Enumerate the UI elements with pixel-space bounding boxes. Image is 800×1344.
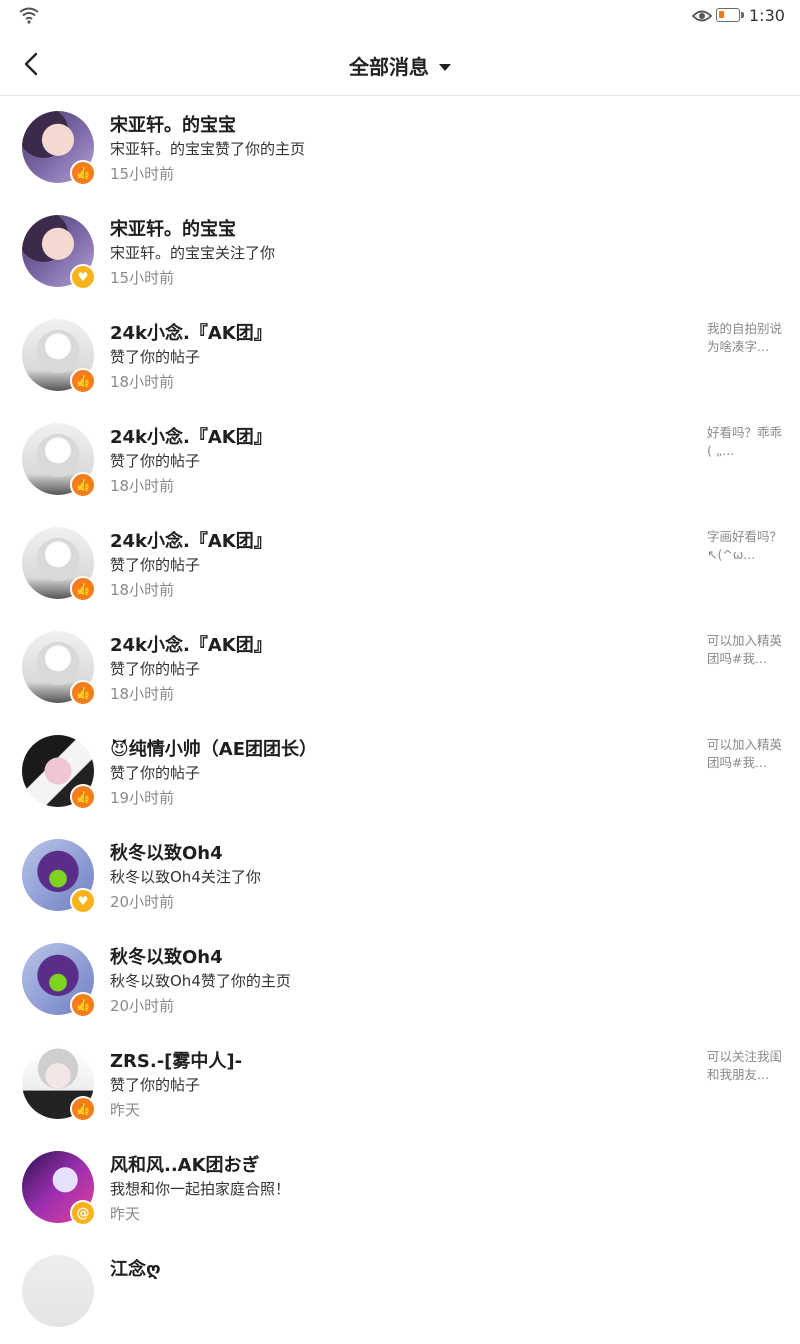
thumbs-up-icon: 👍 bbox=[70, 368, 96, 394]
message-text: 赞了你的帖子 bbox=[110, 764, 201, 782]
message-item[interactable]: 👍 24k小念.『AK团』赞了你的帖子 18小时前 字画好看吗？↖(^ω... bbox=[0, 512, 800, 616]
timestamp: 19小时前 bbox=[110, 789, 175, 807]
header: 全部消息 bbox=[0, 34, 800, 96]
message-item[interactable]: 👍 宋亚轩。的宝宝宋亚轩。的宝宝赞了你的主页 15小时前 bbox=[0, 96, 800, 200]
message-text: 宋亚轩。的宝宝关注了你 bbox=[110, 244, 276, 262]
timestamp: 18小时前 bbox=[110, 685, 175, 703]
message-text: 秋冬以致Oh4关注了你 bbox=[110, 868, 261, 886]
timestamp: 昨天 bbox=[110, 1205, 141, 1223]
timestamp: 20小时前 bbox=[110, 893, 175, 911]
message-text: 宋亚轩。的宝宝赞了你的主页 bbox=[110, 140, 306, 158]
message-item[interactable]: 👍 😈纯情小帅（AE团团长） 赞了你的帖子 19小时前 可以加入精英团吗#我... bbox=[0, 720, 800, 824]
thumbs-up-icon: 👍 bbox=[70, 576, 96, 602]
battery-icon bbox=[716, 8, 744, 22]
timestamp: 昨天 bbox=[110, 1101, 141, 1119]
eye-icon bbox=[692, 10, 712, 22]
message-text: 我想和你一起拍家庭合照！ bbox=[110, 1180, 291, 1198]
sender-name[interactable]: 24k小念.『AK团』 bbox=[110, 423, 272, 449]
timestamp: 15小时前 bbox=[110, 269, 175, 287]
post-preview[interactable]: 我的自拍别说为啥凑字... bbox=[707, 320, 783, 356]
message-item[interactable]: 江念ღ bbox=[0, 1240, 800, 1344]
message-text: 赞了你的帖子 bbox=[110, 556, 201, 574]
message-item[interactable]: 👍 24k小念.『AK团』赞了你的帖子 18小时前 可以加入精英团吗#我... bbox=[0, 616, 800, 720]
message-text: 赞了你的帖子 bbox=[110, 348, 201, 366]
status-bar: 1:30 bbox=[0, 0, 800, 34]
timestamp: 18小时前 bbox=[110, 477, 175, 495]
sender-name[interactable]: 江念ღ bbox=[110, 1255, 161, 1281]
sender-name[interactable]: 24k小念.『AK团』 bbox=[110, 527, 272, 553]
heart-icon: ♥ bbox=[70, 264, 96, 290]
thumbs-up-icon: 👍 bbox=[70, 160, 96, 186]
sender-name[interactable]: 秋冬以致Oh4 bbox=[110, 839, 223, 865]
message-text: 赞了你的帖子 bbox=[110, 1076, 201, 1094]
wifi-icon bbox=[19, 7, 39, 24]
sender-name[interactable]: 😈纯情小帅（AE团团长） bbox=[110, 735, 317, 761]
message-item[interactable]: 👍 秋冬以致Oh4 秋冬以致Oh4赞了你的主页 20小时前 bbox=[0, 928, 800, 1032]
message-item[interactable]: 👍 ZRS.-[雾中人]- 赞了你的帖子 昨天 可以关注我闺和我朋友... bbox=[0, 1032, 800, 1136]
post-preview[interactable]: 可以关注我闺和我朋友... bbox=[707, 1048, 783, 1084]
post-preview[interactable]: 可以加入精英团吗#我... bbox=[707, 632, 783, 668]
message-text: 秋冬以致Oh4赞了你的主页 bbox=[110, 972, 291, 990]
message-item[interactable]: ♥ 宋亚轩。的宝宝宋亚轩。的宝宝关注了你 15小时前 bbox=[0, 200, 800, 304]
message-text: 赞了你的帖子 bbox=[110, 660, 201, 678]
sender-name[interactable]: 秋冬以致Oh4 bbox=[110, 943, 223, 969]
post-preview[interactable]: 好看吗？乖乖( „... bbox=[707, 424, 783, 460]
message-text: 赞了你的帖子 bbox=[110, 452, 201, 470]
heart-icon: ♥ bbox=[70, 888, 96, 914]
message-item[interactable]: 👍 24k小念.『AK团』赞了你的帖子 18小时前 我的自拍别说为啥凑字... bbox=[0, 304, 800, 408]
sender-name[interactable]: ZRS.-[雾中人]- bbox=[110, 1047, 242, 1073]
caret-down-icon bbox=[439, 64, 451, 71]
thumbs-up-icon: 👍 bbox=[70, 472, 96, 498]
message-item[interactable]: @ 风和风..AK团おぎ我想和你一起拍家庭合照！ 昨天 bbox=[0, 1136, 800, 1240]
timestamp: 15小时前 bbox=[110, 165, 175, 183]
thumbs-up-icon: 👍 bbox=[70, 680, 96, 706]
clock: 1:30 bbox=[749, 6, 785, 25]
sender-name[interactable]: 宋亚轩。的宝宝 bbox=[110, 111, 236, 137]
post-preview[interactable]: 字画好看吗？↖(^ω... bbox=[707, 528, 783, 564]
message-list: 👍 宋亚轩。的宝宝 宋亚轩。的宝宝赞了你的主页 15小时前 ♥ 宋亚轩。的宝宝 宋亚轩。的宝… bbox=[0, 96, 800, 1344]
avatar[interactable] bbox=[22, 1255, 94, 1327]
timestamp: 18小时前 bbox=[110, 581, 175, 599]
at-icon: @ bbox=[70, 1200, 96, 1226]
sender-name[interactable]: 宋亚轩。的宝宝 bbox=[110, 215, 236, 241]
thumbs-up-icon: 👍 bbox=[70, 784, 96, 810]
timestamp: 20小时前 bbox=[110, 997, 175, 1015]
page-title: 全部消息 bbox=[349, 55, 429, 79]
sender-name[interactable]: 风和风..AK团おぎ bbox=[110, 1151, 260, 1177]
thumbs-up-icon: 👍 bbox=[70, 992, 96, 1018]
post-preview[interactable]: 可以加入精英团吗#我... bbox=[707, 736, 783, 772]
message-item[interactable]: 👍 24k小念.『AK团』赞了你的帖子 18小时前 好看吗？乖乖( „... bbox=[0, 408, 800, 512]
message-filter-dropdown[interactable]: 全部消息 bbox=[0, 51, 800, 80]
sender-name[interactable]: 24k小念.『AK团』 bbox=[110, 631, 272, 657]
timestamp: 18小时前 bbox=[110, 373, 175, 391]
message-item[interactable]: ♥ 秋冬以致Oh4 秋冬以致Oh4关注了你 20小时前 bbox=[0, 824, 800, 928]
battery-level bbox=[719, 11, 724, 18]
sender-name[interactable]: 24k小念.『AK团』 bbox=[110, 319, 272, 345]
thumbs-up-icon: 👍 bbox=[70, 1096, 96, 1122]
